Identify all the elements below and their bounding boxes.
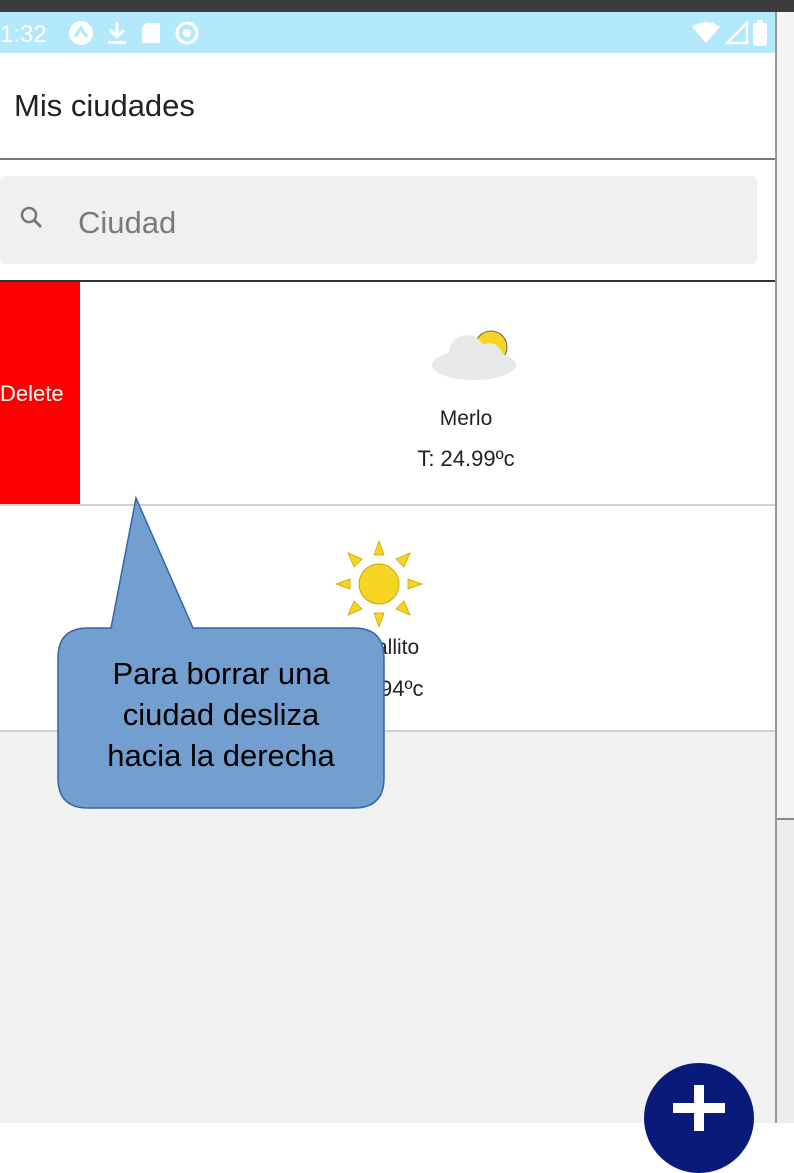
a-notification-icon: [69, 21, 93, 45]
tooltip-line: ciudad desliza: [122, 697, 320, 732]
tooltip-text: Para borrar una ciudad desliza hacia la …: [66, 653, 376, 776]
sync-icon: [175, 21, 199, 45]
sd-card-icon: [142, 23, 160, 43]
status-icons-left: [68, 20, 200, 46]
right-edge-shade: [777, 12, 794, 820]
search-icon: [20, 206, 43, 229]
city-name: Merlo: [439, 407, 493, 430]
cell-signal-icon: [725, 21, 749, 45]
search-area: [0, 160, 775, 282]
add-city-button[interactable]: [644, 1063, 754, 1173]
battery-icon: [753, 20, 767, 46]
status-bar: 1:32: [0, 12, 775, 53]
page-title: Mis ciudades: [14, 88, 195, 123]
app-header: Mis ciudades: [0, 53, 775, 160]
right-edge-panel: [775, 12, 794, 1123]
status-time: 1:32: [0, 21, 47, 48]
partly-cloudy-icon: [432, 330, 516, 380]
tooltip-line: Para borrar una: [112, 656, 330, 691]
delete-action-button[interactable]: Delete: [0, 282, 80, 504]
download-icon: [108, 22, 126, 44]
wifi-icon: [692, 22, 720, 43]
city-card-merlo[interactable]: Delete Merlo T: 24.99ºc: [0, 282, 775, 506]
search-box[interactable]: [0, 176, 757, 264]
city-temp: 94ºc: [380, 676, 424, 701]
delete-label: Delete: [0, 381, 64, 406]
status-icons-right: [691, 20, 767, 46]
search-input[interactable]: [76, 202, 680, 244]
city-temp: T: 24.99ºc: [417, 446, 515, 471]
plus-icon-vertical: [694, 1085, 704, 1131]
device-top-edge: [0, 0, 794, 12]
tooltip-line: hacia la derecha: [107, 738, 335, 773]
city-name: allito: [376, 636, 420, 659]
